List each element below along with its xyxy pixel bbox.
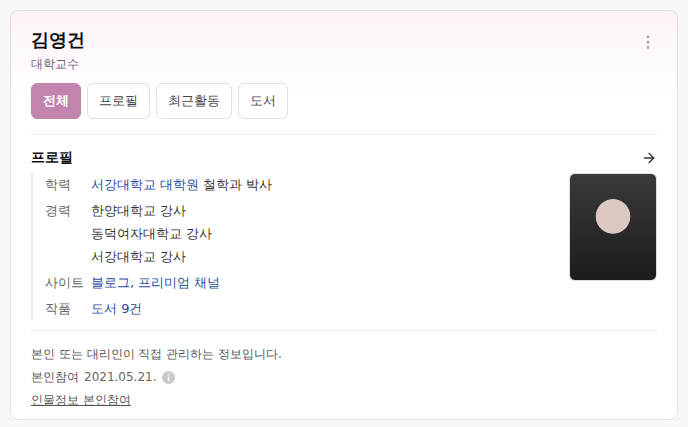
card-header: 김영건대학교수	[31, 27, 657, 73]
value-link[interactable]: 서강대학교 대학원	[91, 173, 199, 196]
profile-row: 사이트블로그, 프리미엄 채널	[45, 271, 272, 294]
row-values: 서강대학교 대학원철학과 박사	[91, 173, 272, 196]
value-text: 철학과 박사	[203, 173, 272, 196]
more-icon[interactable]	[639, 33, 657, 51]
value-text: 한양대학교 강사	[91, 199, 186, 222]
profile-row: 작품도서 9건	[45, 297, 272, 320]
row-values: 도서 9건	[91, 297, 272, 320]
value-line: 도서 9건	[91, 297, 272, 320]
row-label: 학력	[45, 173, 91, 196]
arrow-right-icon[interactable]	[641, 150, 657, 166]
row-label: 사이트	[45, 271, 91, 294]
profile-row: 학력서강대학교 대학원철학과 박사	[45, 173, 272, 196]
more-button[interactable]	[639, 33, 657, 51]
more-arrow-button[interactable]	[641, 150, 657, 166]
row-values: 한양대학교 강사동덕여자대학교 강사서강대학교 강사	[91, 199, 272, 268]
participation-link[interactable]: 인물정보 본인참여	[31, 391, 131, 409]
section-title: 프로필	[31, 149, 73, 167]
value-link[interactable]: 도서 9건	[91, 297, 142, 320]
profile-section: 프로필학력서강대학교 대학원철학과 박사경력한양대학교 강사동덕여자대학교 강사…	[31, 135, 657, 331]
person-card: 김영건대학교수전체프로필최근활동도서프로필학력서강대학교 대학원철학과 박사경력…	[10, 10, 678, 420]
value-link[interactable]: 블로그, 프리미엄 채널	[91, 271, 220, 294]
tab-bar: 전체프로필최근활동도서	[31, 83, 657, 135]
profile-table: 학력서강대학교 대학원철학과 박사경력한양대학교 강사동덕여자대학교 강사서강대…	[31, 173, 272, 320]
row-label: 작품	[45, 297, 91, 320]
footer-link-row: 인물정보 본인참여	[31, 391, 657, 409]
info-icon[interactable]	[162, 371, 175, 384]
value-line: 한양대학교 강사	[91, 199, 272, 222]
value-line: 서강대학교 대학원철학과 박사	[91, 173, 272, 196]
participation: 본인참여 2021.05.21.	[31, 368, 657, 386]
tab[interactable]: 프로필	[87, 83, 150, 119]
person-name: 김영건	[31, 27, 85, 53]
value-text: 동덕여자대학교 강사	[91, 222, 212, 245]
profile-photo[interactable]	[569, 173, 657, 281]
tab[interactable]: 전체	[31, 83, 81, 119]
section-header: 프로필	[31, 149, 657, 167]
participation-label: 본인참여	[31, 368, 79, 386]
person-title: 대학교수	[31, 55, 85, 73]
tab[interactable]: 도서	[238, 83, 288, 119]
value-line: 동덕여자대학교 강사	[91, 222, 272, 245]
profile-row: 경력한양대학교 강사동덕여자대학교 강사서강대학교 강사	[45, 199, 272, 268]
tab[interactable]: 최근활동	[156, 83, 232, 119]
notice: 본인 또는 대리인이 직접 관리하는 정보입니다.	[31, 345, 657, 363]
row-label: 경력	[45, 199, 91, 268]
value-line: 서강대학교 강사	[91, 245, 272, 268]
name-block: 김영건대학교수	[31, 27, 85, 73]
participation-date: 2021.05.21.	[84, 368, 157, 386]
profile-body: 학력서강대학교 대학원철학과 박사경력한양대학교 강사동덕여자대학교 강사서강대…	[31, 173, 657, 320]
row-values: 블로그, 프리미엄 채널	[91, 271, 272, 294]
value-text: 서강대학교 강사	[91, 245, 186, 268]
card-footer: 본인 또는 대리인이 직접 관리하는 정보입니다. 본인참여 2021.05.21.…	[31, 331, 657, 409]
value-line: 블로그, 프리미엄 채널	[91, 271, 272, 294]
